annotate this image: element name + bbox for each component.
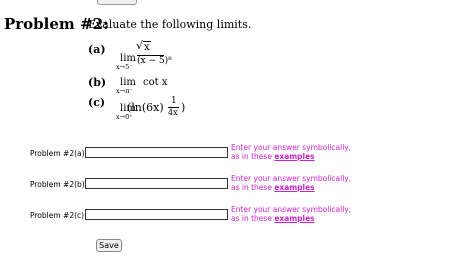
- answer-input-c[interactable]: [85, 209, 228, 220]
- part-b-label: (b): [88, 76, 107, 89]
- part-c-label: (c): [88, 96, 106, 109]
- examples-link[interactable]: examples: [274, 214, 314, 223]
- sqrt-sign: √: [136, 39, 144, 52]
- hint-text: as in these: [231, 213, 275, 223]
- answer-input-b[interactable]: [85, 178, 228, 189]
- part-c-close: ): [181, 101, 186, 114]
- part-c-frac-denominator: 4x: [168, 108, 178, 117]
- part-c-limit-sub: x→0⁺: [116, 113, 133, 121]
- save-button[interactable]: Save: [96, 239, 122, 252]
- examples-link[interactable]: examples: [274, 183, 314, 192]
- part-a-numerator: x: [144, 42, 150, 53]
- part-a-label: (a): [88, 43, 106, 56]
- part-c-frac-numerator: 1: [171, 96, 177, 106]
- part-a-limit-sub: x→5⁻: [116, 63, 133, 71]
- part-b-limit-sub: x→π⁻: [116, 87, 133, 95]
- answer-label-c: Problem #2(c):: [30, 211, 87, 220]
- part-b-expression: cot x: [143, 77, 168, 88]
- problem-intro: Evaluate the following limits.: [88, 18, 252, 31]
- top-button[interactable]: [97, 0, 137, 5]
- answer-label-a: Problem #2(a):: [30, 149, 88, 158]
- answer-input-a[interactable]: [85, 147, 228, 158]
- hint-text: as in these: [231, 182, 275, 192]
- answer-hint-a: Enter your answer symbolically, as in th…: [231, 143, 351, 161]
- answer-hint-b: Enter your answer symbolically, as in th…: [231, 174, 351, 192]
- part-a-denominator: (x − 5)⁸: [137, 56, 172, 66]
- answer-hint-c: Enter your answer symbolically, as in th…: [231, 205, 351, 223]
- answer-label-b: Problem #2(b):: [30, 180, 88, 189]
- examples-link[interactable]: examples: [274, 152, 314, 161]
- hint-text: as in these: [231, 151, 275, 161]
